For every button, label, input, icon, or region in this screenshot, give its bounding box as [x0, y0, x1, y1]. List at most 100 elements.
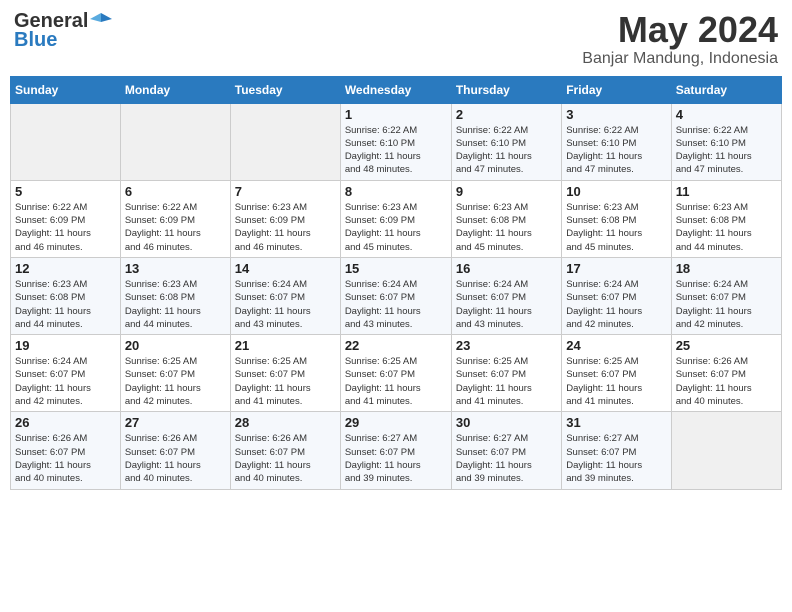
- day-number: 12: [15, 261, 116, 276]
- calendar-cell: 6 Sunrise: 6:22 AM Sunset: 6:09 PM Daylig…: [120, 180, 230, 257]
- day-info: Sunrise: 6:25 AM Sunset: 6:07 PM Dayligh…: [125, 355, 226, 408]
- weekday-header: Tuesday: [230, 76, 340, 103]
- day-info: Sunrise: 6:24 AM Sunset: 6:07 PM Dayligh…: [15, 355, 116, 408]
- day-number: 31: [566, 415, 666, 430]
- calendar-cell: 23 Sunrise: 6:25 AM Sunset: 6:07 PM Dayli…: [451, 335, 561, 412]
- day-info: Sunrise: 6:23 AM Sunset: 6:08 PM Dayligh…: [566, 201, 666, 254]
- day-info: Sunrise: 6:22 AM Sunset: 6:10 PM Dayligh…: [676, 124, 777, 177]
- day-number: 11: [676, 184, 777, 199]
- weekday-header: Wednesday: [340, 76, 451, 103]
- weekday-header: Friday: [562, 76, 671, 103]
- day-number: 7: [235, 184, 336, 199]
- day-info: Sunrise: 6:22 AM Sunset: 6:10 PM Dayligh…: [345, 124, 447, 177]
- day-number: 18: [676, 261, 777, 276]
- day-info: Sunrise: 6:26 AM Sunset: 6:07 PM Dayligh…: [235, 432, 336, 485]
- day-number: 1: [345, 107, 447, 122]
- weekday-header: Sunday: [11, 76, 121, 103]
- title-block: May 2024 Banjar Mandung, Indonesia: [582, 10, 778, 68]
- calendar-cell: [11, 103, 121, 180]
- day-info: Sunrise: 6:26 AM Sunset: 6:07 PM Dayligh…: [15, 432, 116, 485]
- day-number: 2: [456, 107, 557, 122]
- calendar-week-row: 1 Sunrise: 6:22 AM Sunset: 6:10 PM Daylig…: [11, 103, 782, 180]
- calendar-cell: 1 Sunrise: 6:22 AM Sunset: 6:10 PM Daylig…: [340, 103, 451, 180]
- weekday-header: Monday: [120, 76, 230, 103]
- day-number: 22: [345, 338, 447, 353]
- weekday-header: Thursday: [451, 76, 561, 103]
- calendar-cell: 22Sunrise: 6:25 AM Sunset: 6:07 PM Dayli…: [340, 335, 451, 412]
- calendar-cell: 12 Sunrise: 6:23 AM Sunset: 6:08 PM Dayli…: [11, 257, 121, 334]
- day-number: 10: [566, 184, 666, 199]
- day-number: 14: [235, 261, 336, 276]
- calendar-cell: [120, 103, 230, 180]
- calendar-cell: 2 Sunrise: 6:22 AM Sunset: 6:10 PM Daylig…: [451, 103, 561, 180]
- calendar-cell: [230, 103, 340, 180]
- location-title: Banjar Mandung, Indonesia: [582, 50, 778, 68]
- logo-blue-text: Blue: [14, 29, 57, 52]
- day-info: Sunrise: 6:27 AM Sunset: 6:07 PM Dayligh…: [345, 432, 447, 485]
- day-info: Sunrise: 6:23 AM Sunset: 6:08 PM Dayligh…: [456, 201, 557, 254]
- calendar-cell: 30Sunrise: 6:27 AM Sunset: 6:07 PM Dayli…: [451, 412, 561, 489]
- day-info: Sunrise: 6:23 AM Sunset: 6:08 PM Dayligh…: [15, 278, 116, 331]
- day-info: Sunrise: 6:24 AM Sunset: 6:07 PM Dayligh…: [235, 278, 336, 331]
- day-info: Sunrise: 6:27 AM Sunset: 6:07 PM Dayligh…: [566, 432, 666, 485]
- page-header: General Blue May 2024 Banjar Mandung, In…: [10, 10, 782, 68]
- weekday-header: Saturday: [671, 76, 781, 103]
- day-number: 20: [125, 338, 226, 353]
- day-number: 28: [235, 415, 336, 430]
- day-info: Sunrise: 6:22 AM Sunset: 6:10 PM Dayligh…: [456, 124, 557, 177]
- calendar-cell: 25 Sunrise: 6:26 AM Sunset: 6:07 PM Dayli…: [671, 335, 781, 412]
- day-number: 3: [566, 107, 666, 122]
- day-number: 24: [566, 338, 666, 353]
- day-info: Sunrise: 6:25 AM Sunset: 6:07 PM Dayligh…: [235, 355, 336, 408]
- calendar-cell: 27 Sunrise: 6:26 AM Sunset: 6:07 PM Dayli…: [120, 412, 230, 489]
- calendar-header-row: SundayMondayTuesdayWednesdayThursdayFrid…: [11, 76, 782, 103]
- day-info: Sunrise: 6:23 AM Sunset: 6:08 PM Dayligh…: [125, 278, 226, 331]
- day-info: Sunrise: 6:23 AM Sunset: 6:09 PM Dayligh…: [345, 201, 447, 254]
- calendar-cell: 3Sunrise: 6:22 AM Sunset: 6:10 PM Daylig…: [562, 103, 671, 180]
- calendar-cell: 20 Sunrise: 6:25 AM Sunset: 6:07 PM Dayli…: [120, 335, 230, 412]
- calendar-cell: 28 Sunrise: 6:26 AM Sunset: 6:07 PM Dayli…: [230, 412, 340, 489]
- day-info: Sunrise: 6:24 AM Sunset: 6:07 PM Dayligh…: [345, 278, 447, 331]
- day-info: Sunrise: 6:26 AM Sunset: 6:07 PM Dayligh…: [125, 432, 226, 485]
- day-number: 15: [345, 261, 447, 276]
- calendar-week-row: 26 Sunrise: 6:26 AM Sunset: 6:07 PM Dayli…: [11, 412, 782, 489]
- day-info: Sunrise: 6:26 AM Sunset: 6:07 PM Dayligh…: [676, 355, 777, 408]
- day-number: 21: [235, 338, 336, 353]
- day-info: Sunrise: 6:25 AM Sunset: 6:07 PM Dayligh…: [566, 355, 666, 408]
- day-info: Sunrise: 6:24 AM Sunset: 6:07 PM Dayligh…: [676, 278, 777, 331]
- day-info: Sunrise: 6:22 AM Sunset: 6:09 PM Dayligh…: [125, 201, 226, 254]
- day-number: 16: [456, 261, 557, 276]
- calendar-week-row: 12 Sunrise: 6:23 AM Sunset: 6:08 PM Dayli…: [11, 257, 782, 334]
- day-number: 29: [345, 415, 447, 430]
- calendar-cell: 15 Sunrise: 6:24 AM Sunset: 6:07 PM Dayli…: [340, 257, 451, 334]
- logo-bird-icon: [90, 11, 112, 33]
- calendar-week-row: 5 Sunrise: 6:22 AM Sunset: 6:09 PM Daylig…: [11, 180, 782, 257]
- day-number: 30: [456, 415, 557, 430]
- calendar-cell: 14 Sunrise: 6:24 AM Sunset: 6:07 PM Dayli…: [230, 257, 340, 334]
- day-number: 8: [345, 184, 447, 199]
- calendar-cell: 19 Sunrise: 6:24 AM Sunset: 6:07 PM Dayli…: [11, 335, 121, 412]
- day-number: 13: [125, 261, 226, 276]
- day-number: 19: [15, 338, 116, 353]
- calendar-cell: 9 Sunrise: 6:23 AM Sunset: 6:08 PM Daylig…: [451, 180, 561, 257]
- day-number: 6: [125, 184, 226, 199]
- day-number: 25: [676, 338, 777, 353]
- calendar-cell: 7Sunrise: 6:23 AM Sunset: 6:09 PM Daylig…: [230, 180, 340, 257]
- day-info: Sunrise: 6:22 AM Sunset: 6:09 PM Dayligh…: [15, 201, 116, 254]
- calendar-table: SundayMondayTuesdayWednesdayThursdayFrid…: [10, 76, 782, 490]
- calendar-cell: 13 Sunrise: 6:23 AM Sunset: 6:08 PM Dayli…: [120, 257, 230, 334]
- day-info: Sunrise: 6:24 AM Sunset: 6:07 PM Dayligh…: [456, 278, 557, 331]
- day-number: 5: [15, 184, 116, 199]
- calendar-week-row: 19 Sunrise: 6:24 AM Sunset: 6:07 PM Dayli…: [11, 335, 782, 412]
- calendar-cell: 31 Sunrise: 6:27 AM Sunset: 6:07 PM Dayli…: [562, 412, 671, 489]
- calendar-cell: 24 Sunrise: 6:25 AM Sunset: 6:07 PM Dayli…: [562, 335, 671, 412]
- month-title: May 2024: [582, 10, 778, 50]
- calendar-cell: 26 Sunrise: 6:26 AM Sunset: 6:07 PM Dayli…: [11, 412, 121, 489]
- day-number: 27: [125, 415, 226, 430]
- calendar-cell: 29 Sunrise: 6:27 AM Sunset: 6:07 PM Dayli…: [340, 412, 451, 489]
- day-number: 26: [15, 415, 116, 430]
- calendar-cell: 16 Sunrise: 6:24 AM Sunset: 6:07 PM Dayli…: [451, 257, 561, 334]
- day-number: 9: [456, 184, 557, 199]
- day-info: Sunrise: 6:25 AM Sunset: 6:07 PM Dayligh…: [456, 355, 557, 408]
- day-number: 23: [456, 338, 557, 353]
